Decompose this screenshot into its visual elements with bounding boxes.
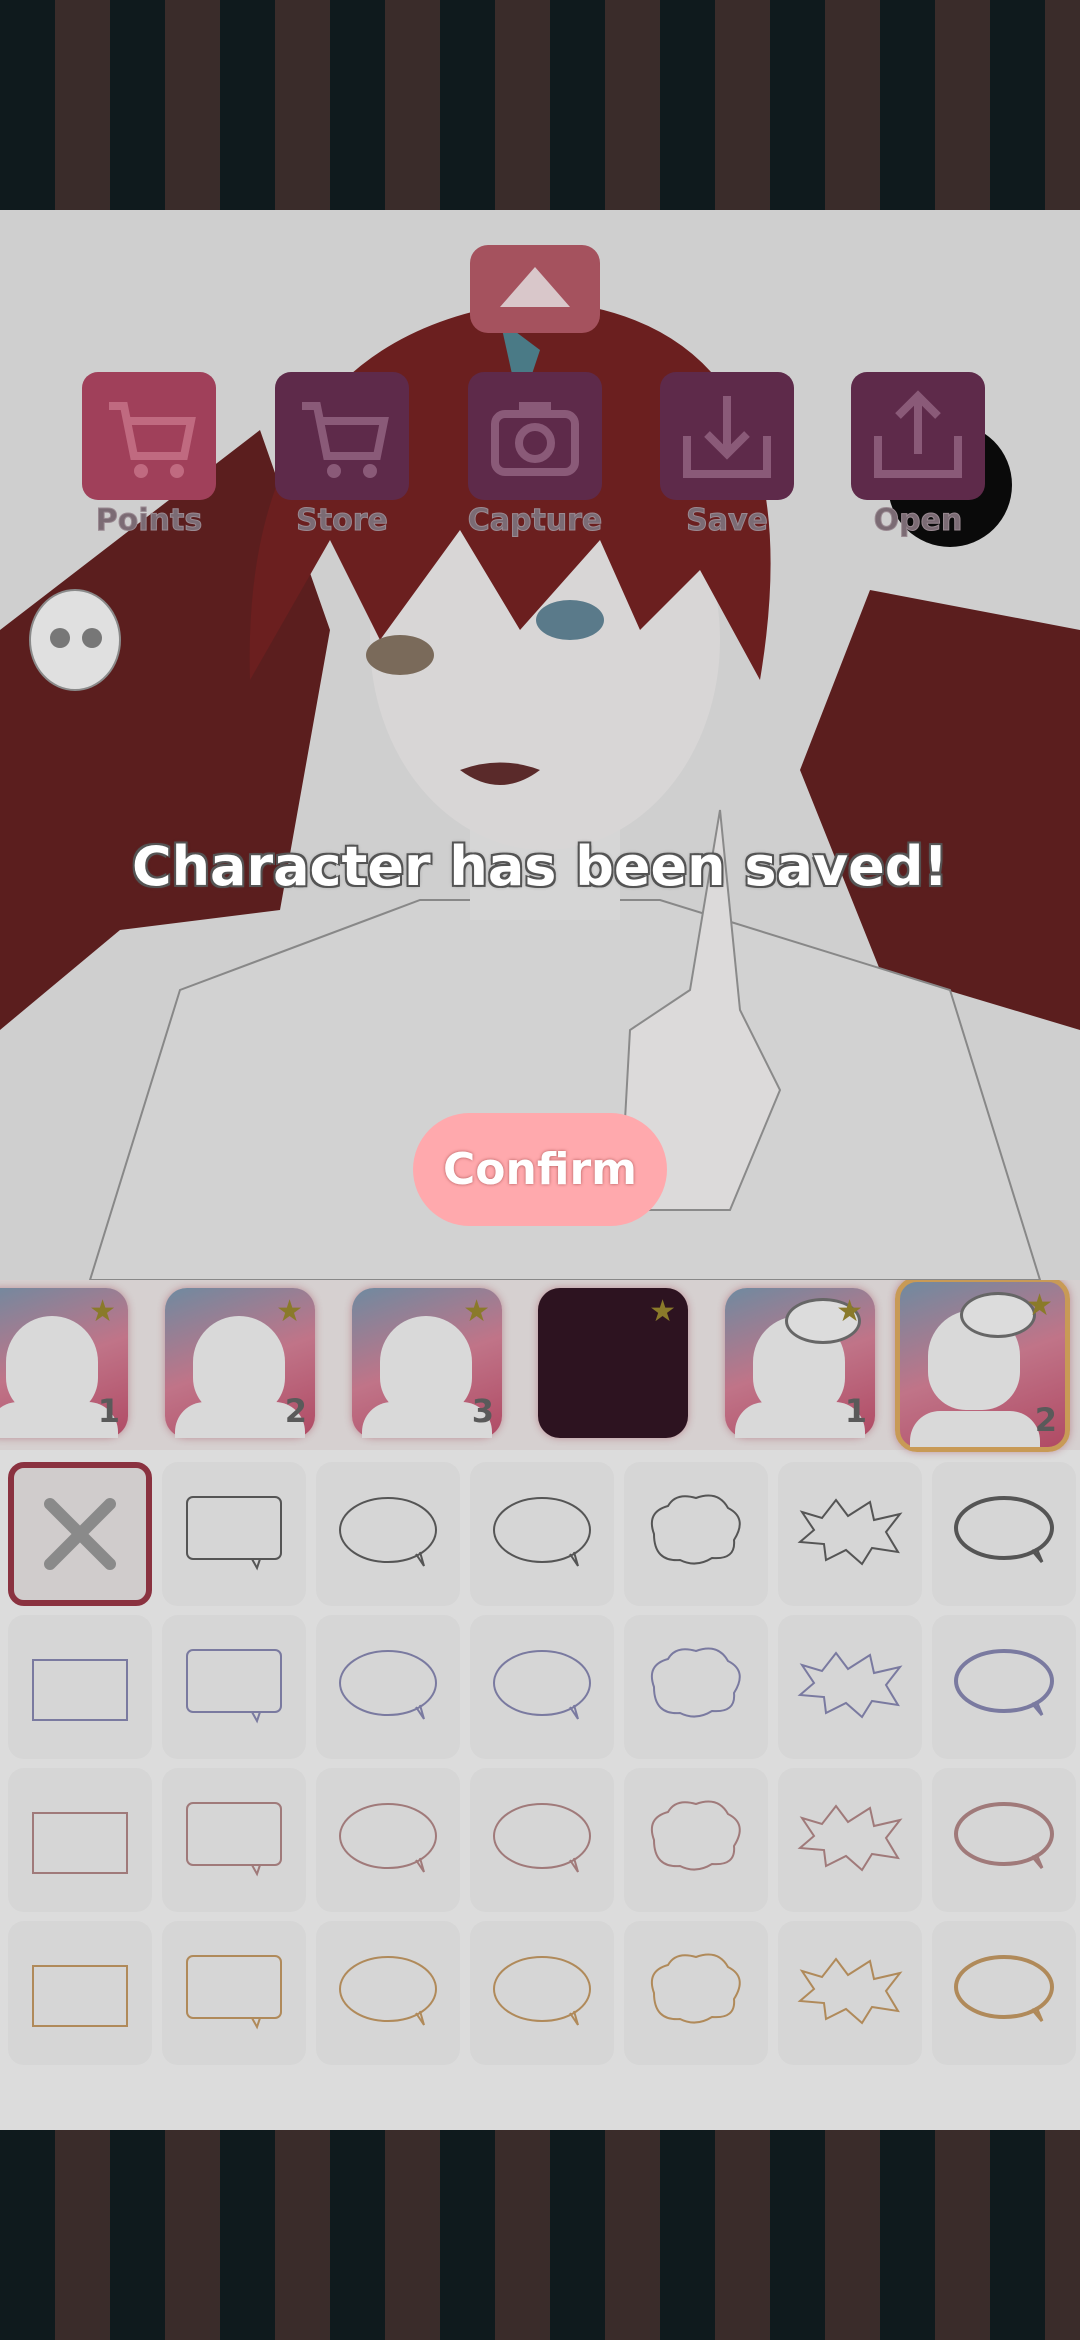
- speech-bubble-icon: [954, 1649, 1054, 1716]
- bubble-option[interactable]: [316, 1462, 460, 1606]
- speech-bubble-icon: [650, 1953, 741, 2024]
- speech-bubble-icon: [954, 1802, 1054, 1869]
- speech-bubble-icon: [493, 1803, 591, 1873]
- category-tab-head-1[interactable]: ★ 1: [0, 1288, 128, 1438]
- bubble-option[interactable]: [624, 1921, 768, 2065]
- bubble-option[interactable]: [316, 1768, 460, 1912]
- bubble-option[interactable]: [932, 1615, 1076, 1759]
- bubble-option[interactable]: [778, 1921, 922, 2065]
- star-icon: ★: [836, 1294, 863, 1329]
- speech-bubble-icon: [954, 1955, 1054, 2022]
- bubble-option[interactable]: [316, 1921, 460, 2065]
- speech-bubble-icon: [650, 1647, 741, 1718]
- bubble-option[interactable]: [778, 1768, 922, 1912]
- bubble-option[interactable]: [624, 1768, 768, 1912]
- bubble-option[interactable]: [470, 1768, 614, 1912]
- speech-bubble-icon: [186, 1649, 282, 1724]
- save-confirmation-message: Character has been saved!: [131, 835, 949, 898]
- category-strip: ★ 1 ★ 2 ★ 3 ★ ★ 1 ★ 2: [0, 1280, 1080, 1452]
- bubble-option[interactable]: [932, 1921, 1076, 2065]
- bubble-option[interactable]: [624, 1615, 768, 1759]
- speech-bubble-icon: [186, 1496, 282, 1571]
- star-icon: ★: [89, 1294, 116, 1329]
- bubble-option[interactable]: [162, 1768, 306, 1912]
- speech-bubble-icon: [797, 1804, 903, 1872]
- bubble-option[interactable]: [470, 1921, 614, 2065]
- bubble-option[interactable]: [8, 1768, 152, 1912]
- none-option-button[interactable]: [8, 1462, 152, 1606]
- bubble-option[interactable]: [470, 1615, 614, 1759]
- speech-bubble-icon: [32, 1659, 128, 1721]
- speech-bubble-icon: [186, 1955, 282, 2030]
- speech-bubble-icon: [493, 1497, 591, 1567]
- speech-bubble-icon: [339, 1803, 437, 1873]
- star-icon: ★: [276, 1294, 303, 1329]
- category-tab-bubble-2[interactable]: ★ 2: [895, 1280, 1070, 1452]
- bubble-option[interactable]: [8, 1921, 152, 2065]
- bubble-option[interactable]: [8, 1615, 152, 1759]
- speech-bubble-icon: [32, 1812, 128, 1874]
- speech-bubble-icon: [32, 1965, 128, 2027]
- close-icon: [44, 1498, 116, 1570]
- star-icon: ★: [463, 1294, 490, 1329]
- category-tab-head-2[interactable]: ★ 2: [165, 1288, 315, 1438]
- speech-bubble-icon: [797, 1651, 903, 1719]
- bubble-option[interactable]: [932, 1462, 1076, 1606]
- category-tab-head-3[interactable]: ★ 3: [352, 1288, 502, 1438]
- bubble-option[interactable]: [778, 1615, 922, 1759]
- bubble-option[interactable]: [162, 1921, 306, 2065]
- speech-bubble-icon: [339, 1650, 437, 1720]
- bubble-option[interactable]: [778, 1462, 922, 1606]
- bubble-option[interactable]: [470, 1462, 614, 1606]
- speech-bubble-icon: [186, 1802, 282, 1877]
- speech-bubble-icon: [339, 1497, 437, 1567]
- star-icon: ★: [649, 1294, 676, 1329]
- bubble-option[interactable]: [162, 1615, 306, 1759]
- bubble-option[interactable]: [162, 1462, 306, 1606]
- speech-bubble-icon: [493, 1956, 591, 2026]
- speech-bubble-icon: [954, 1496, 1054, 1563]
- confirm-button[interactable]: Confirm: [413, 1113, 667, 1226]
- speech-bubble-icon: [960, 1292, 1036, 1338]
- speech-bubble-icon: [797, 1498, 903, 1566]
- item-palette: ★ 1 ★ 2 ★ 3 ★ ★ 1 ★ 2: [0, 1280, 1080, 2130]
- speech-bubble-icon: [493, 1650, 591, 1720]
- star-icon: ★: [1026, 1288, 1053, 1323]
- category-tab-bubble-1[interactable]: ★ 1: [725, 1288, 875, 1438]
- speech-bubble-icon: [650, 1494, 741, 1565]
- top-stripe-border: [0, 0, 1080, 210]
- speech-bubble-icon: [650, 1800, 741, 1871]
- bubble-option[interactable]: [932, 1768, 1076, 1912]
- speech-bubble-icon: [797, 1957, 903, 2025]
- category-tab-locked[interactable]: ★: [538, 1288, 688, 1438]
- bubble-option[interactable]: [624, 1462, 768, 1606]
- bottom-stripe-border: [0, 2130, 1080, 2340]
- bubble-option[interactable]: [316, 1615, 460, 1759]
- speech-bubble-icon: [339, 1956, 437, 2026]
